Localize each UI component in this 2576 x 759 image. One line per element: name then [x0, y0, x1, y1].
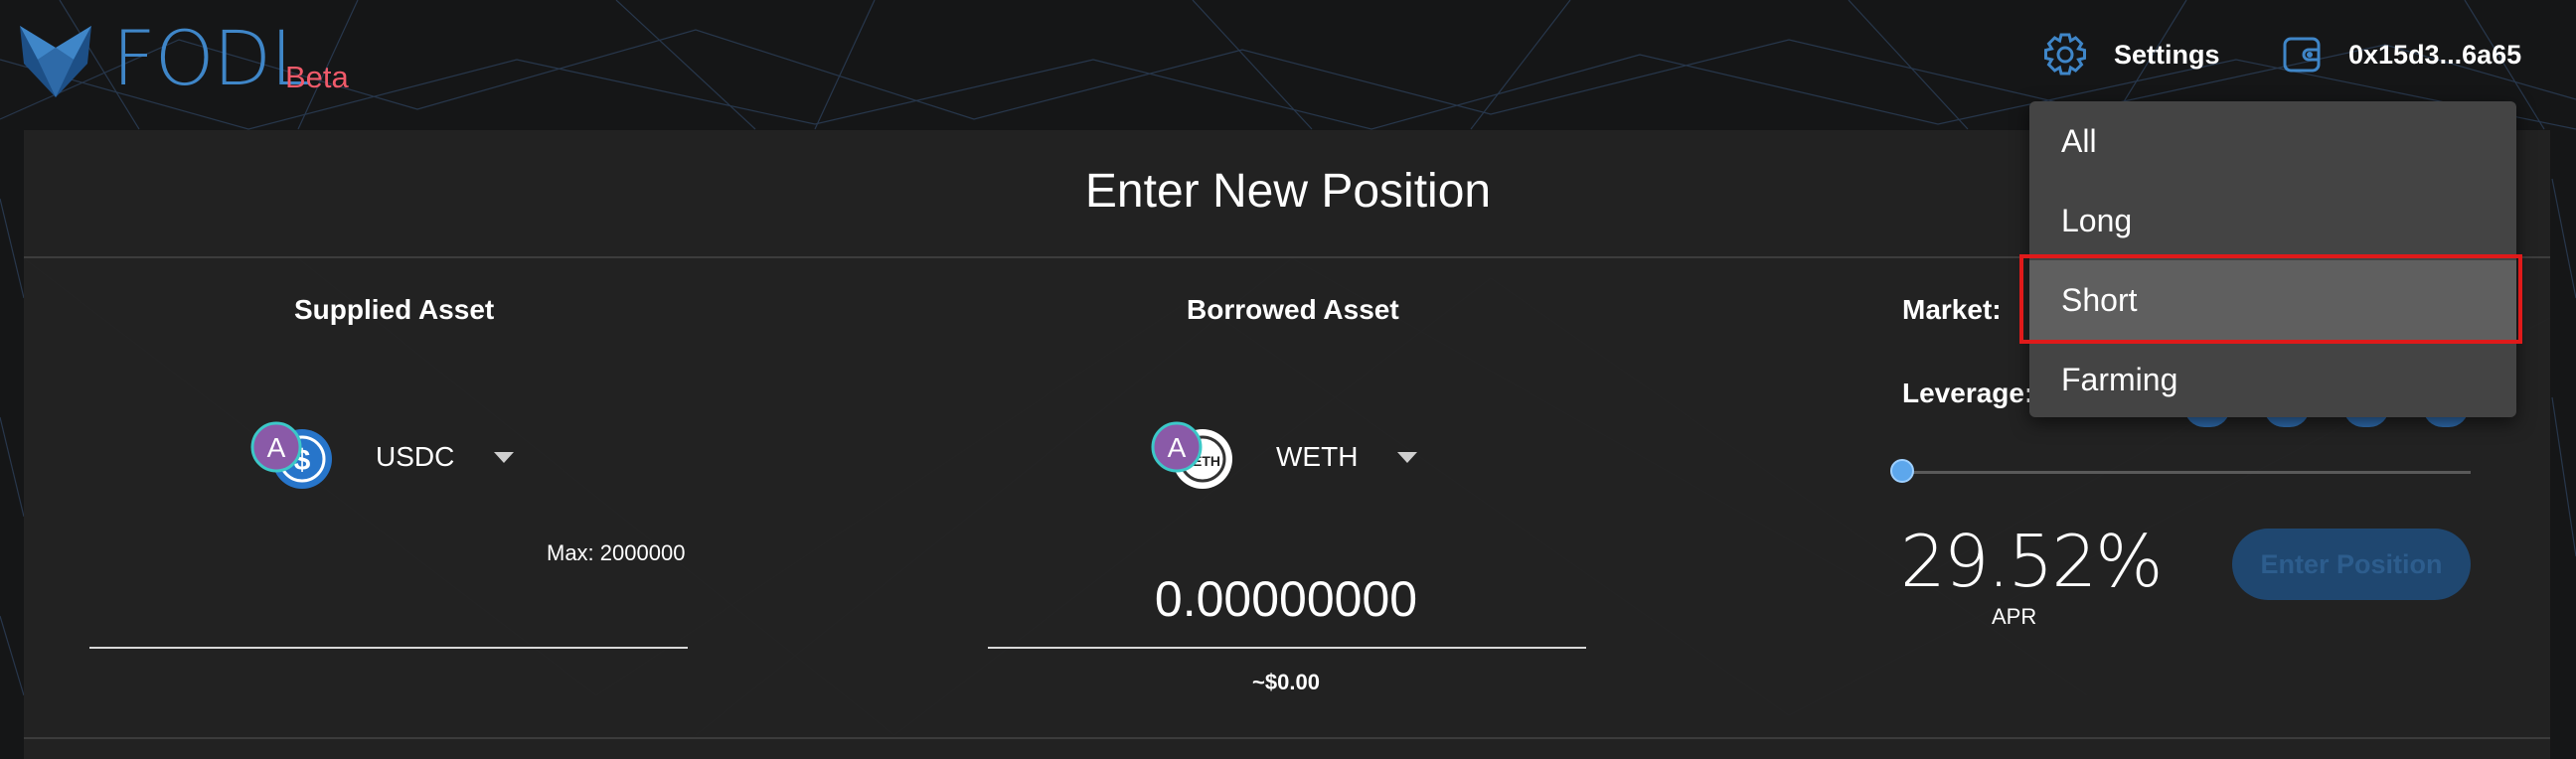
enter-position-button[interactable]: Enter Position [2232, 529, 2471, 600]
card-bottom-divider [24, 737, 2550, 739]
apr-value: 29.52% [1900, 520, 2164, 603]
borrowed-asset-name: WETH [1276, 441, 1359, 472]
settings-label: Settings [2114, 39, 2220, 70]
supplied-asset-select[interactable]: $ A USDC [250, 421, 515, 493]
wallet-icon [2283, 37, 2321, 73]
borrowed-usd-value: ~$0.00 [1252, 670, 1320, 694]
market-option-all[interactable]: All [2029, 101, 2516, 181]
market-option-long[interactable]: Long [2029, 181, 2516, 260]
supplied-asset-heading: Supplied Asset [294, 294, 495, 325]
settings-button[interactable]: Settings [2041, 30, 2220, 79]
svg-text:A: A [1168, 432, 1187, 463]
supplied-asset-name: USDC [376, 441, 455, 472]
wallet-button[interactable]: 0x15d3...6a65 [2282, 30, 2521, 79]
borrowed-amount-input[interactable]: 0.00000000 [988, 566, 1584, 632]
market-option-short[interactable]: Short [2029, 260, 2516, 340]
fox-logo-icon[interactable] [16, 20, 95, 99]
market-option-farming[interactable]: Farming [2029, 340, 2516, 419]
apr-label: APR [1992, 604, 2037, 629]
aave-usdc-icon: $ A [250, 421, 332, 489]
caret-down-icon [494, 451, 515, 463]
beta-badge: Beta [285, 60, 349, 94]
supplied-amount-input[interactable] [89, 647, 688, 649]
leverage-label: Leverage: [1902, 378, 2034, 408]
svg-text:A: A [267, 432, 286, 463]
leverage-slider[interactable] [1902, 471, 2471, 474]
market-dropdown-menu: All Long Short Farming [2029, 101, 2516, 417]
market-label: Market: [1902, 294, 2002, 325]
logo-text[interactable]: FODL [112, 14, 312, 103]
caret-down-icon [1397, 451, 1418, 463]
borrowed-amount-underline [988, 647, 1586, 649]
leverage-slider-thumb[interactable] [1890, 459, 1914, 483]
aave-eth-icon: ETH A [1151, 421, 1232, 489]
borrowed-asset-select[interactable]: ETH A WETH [1151, 421, 1418, 493]
max-label[interactable]: Max: 2000000 [547, 538, 685, 568]
gear-icon [2044, 33, 2086, 76]
wallet-address: 0x15d3...6a65 [2348, 39, 2522, 70]
borrowed-asset-heading: Borrowed Asset [1187, 294, 1399, 325]
